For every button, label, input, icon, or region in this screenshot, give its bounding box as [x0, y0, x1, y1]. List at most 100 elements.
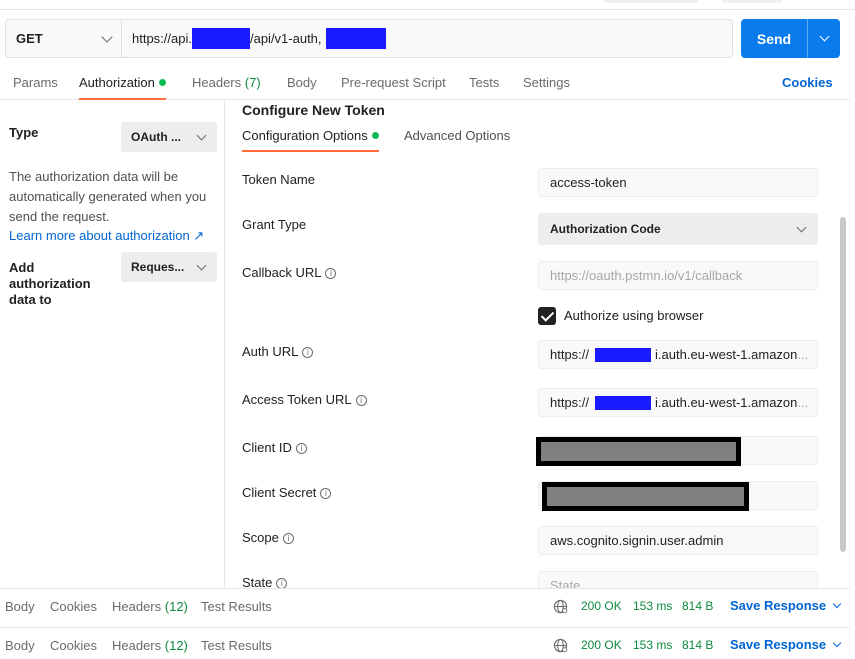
- save-response-label: Save Response: [730, 637, 827, 652]
- auth-type-select[interactable]: OAuth ...: [121, 122, 217, 152]
- send-group: Send: [741, 19, 840, 58]
- info-icon[interactable]: i: [320, 488, 332, 500]
- grant-type-label: Grant Type: [242, 217, 307, 232]
- chevron-down-icon: [832, 599, 842, 609]
- auth-sidebar: Type OAuth ... The authorization data wi…: [0, 101, 225, 588]
- toolbar-ghost: [722, 0, 782, 3]
- chevron-down-icon: [832, 638, 842, 648]
- tab-pre-request-script[interactable]: Pre-request Script: [341, 75, 446, 100]
- token-name-input[interactable]: access-token: [538, 168, 818, 197]
- chevron-down-icon: [101, 30, 113, 43]
- response-tab-headers[interactable]: Headers (12): [112, 638, 188, 653]
- callback-url-input[interactable]: https://oauth.pstmn.io/v1/callback: [538, 261, 818, 290]
- auth-url-suffix: i.auth.eu-west-1.amazon: [655, 347, 798, 362]
- auth-url-prefix: https://: [550, 347, 590, 362]
- url-input[interactable]: https://api. /api/v1-auth,: [122, 20, 732, 57]
- response-time[interactable]: 153 ms: [633, 638, 672, 652]
- auth-url-input[interactable]: https:// i.auth.eu-west-1.amazon...: [538, 340, 818, 369]
- cookies-link[interactable]: Cookies: [782, 75, 833, 90]
- truncation-ellipsis: ...: [797, 395, 809, 410]
- token-name-label: Token Name: [242, 172, 315, 187]
- tab-label: Settings: [523, 75, 570, 90]
- network-globe-icon[interactable]: [553, 638, 568, 653]
- response-tab-body[interactable]: Body: [5, 599, 35, 614]
- scope-value: aws.cognito.signin.user.admin: [550, 533, 724, 548]
- tab-settings[interactable]: Settings: [523, 75, 570, 100]
- redacted-block: [595, 347, 652, 362]
- client-id-label: Client ID i: [242, 440, 307, 455]
- grant-type-select[interactable]: Authorization Code: [538, 213, 818, 245]
- chevron-down-icon: [819, 31, 829, 42]
- redacted-block: [536, 437, 741, 466]
- response-tab-test-results[interactable]: Test Results: [201, 599, 272, 614]
- authorize-browser-label: Authorize using browser: [564, 308, 704, 323]
- tab-authorization[interactable]: Authorization: [79, 75, 166, 100]
- response-tab-headers[interactable]: Headers (12): [112, 599, 188, 614]
- tab-body[interactable]: Body: [287, 75, 317, 100]
- tab-params[interactable]: Params: [13, 75, 58, 100]
- tab-label: Headers: [112, 599, 162, 614]
- scope-input[interactable]: aws.cognito.signin.user.admin: [538, 526, 818, 555]
- response-bar: Body Cookies Headers (12) Test Results 2…: [0, 588, 850, 626]
- response-time[interactable]: 153 ms: [633, 599, 672, 613]
- tab-label: Body: [287, 75, 317, 90]
- access-token-url-input[interactable]: https:// i.auth.eu-west-1.amazon...: [538, 388, 818, 417]
- tab-advanced-options[interactable]: Advanced Options: [404, 128, 510, 152]
- tab-headers[interactable]: Headers (7): [192, 75, 261, 100]
- tab-configuration-options[interactable]: Configuration Options: [242, 128, 379, 152]
- type-label: Type: [9, 125, 39, 140]
- tab-count: (7): [244, 75, 261, 90]
- scrollbar[interactable]: [840, 217, 846, 552]
- info-icon[interactable]: i: [355, 395, 367, 407]
- chevron-down-icon: [196, 260, 207, 270]
- info-icon[interactable]: i: [302, 347, 314, 359]
- response-bar: Body Cookies Headers (12) Test Results 2…: [0, 627, 850, 659]
- status-dot-icon: [158, 79, 166, 87]
- auth-url-label: Auth URL i: [242, 344, 314, 359]
- config-title: Configure New Token: [242, 102, 385, 118]
- subtab-label: Advanced Options: [404, 128, 511, 143]
- access-token-url-label: Access Token URL i: [242, 392, 367, 407]
- authorize-browser-checkbox[interactable]: [538, 307, 556, 325]
- token-name-value: access-token: [550, 175, 627, 190]
- request-bar: GET https://api. /api/v1-auth,: [5, 19, 733, 58]
- response-status[interactable]: 200 OK: [581, 599, 622, 613]
- callback-url-label: Callback URL i: [242, 265, 337, 280]
- add-to-select[interactable]: Reques...: [121, 252, 217, 282]
- response-tab-cookies[interactable]: Cookies: [50, 599, 97, 614]
- redacted-block: [595, 395, 652, 410]
- network-globe-icon[interactable]: [553, 599, 568, 614]
- redacted-block: [191, 28, 250, 49]
- method-value: GET: [16, 31, 43, 46]
- callback-url-placeholder: https://oauth.pstmn.io/v1/callback: [550, 268, 743, 283]
- tab-count: (12): [164, 638, 188, 653]
- subtab-label: Configuration Options: [242, 128, 368, 143]
- field-label-text: Access Token URL: [242, 392, 352, 407]
- save-response-button[interactable]: Save Response: [730, 598, 842, 613]
- request-tabs: Params Authorization Headers (7) Body Pr…: [0, 70, 850, 100]
- info-icon[interactable]: i: [295, 443, 307, 455]
- toolbar-ghost: [604, 0, 699, 3]
- info-icon[interactable]: i: [282, 533, 294, 545]
- scope-label: Scope i: [242, 530, 294, 545]
- response-tab-cookies[interactable]: Cookies: [50, 638, 97, 653]
- response-status[interactable]: 200 OK: [581, 638, 622, 652]
- save-response-button[interactable]: Save Response: [730, 637, 842, 652]
- truncation-ellipsis: ...: [797, 347, 809, 362]
- tab-label: Authorization: [79, 75, 155, 90]
- tab-label: Tests: [469, 75, 500, 90]
- response-tab-body[interactable]: Body: [5, 638, 35, 653]
- method-select[interactable]: GET: [6, 20, 122, 57]
- send-button[interactable]: Send: [741, 19, 808, 58]
- send-options-button[interactable]: [808, 19, 840, 58]
- response-size[interactable]: 814 B: [682, 638, 713, 652]
- info-icon[interactable]: i: [325, 268, 337, 280]
- response-size[interactable]: 814 B: [682, 599, 713, 613]
- redacted-block: [325, 28, 386, 49]
- learn-more-link[interactable]: Learn more about authorization ↗: [9, 228, 204, 244]
- field-label-text: Client ID: [242, 440, 292, 455]
- tab-tests[interactable]: Tests: [469, 75, 499, 100]
- auth-description: The authorization data will be automatic…: [9, 169, 207, 224]
- response-tab-test-results[interactable]: Test Results: [201, 638, 272, 653]
- tab-label: Headers: [112, 638, 162, 653]
